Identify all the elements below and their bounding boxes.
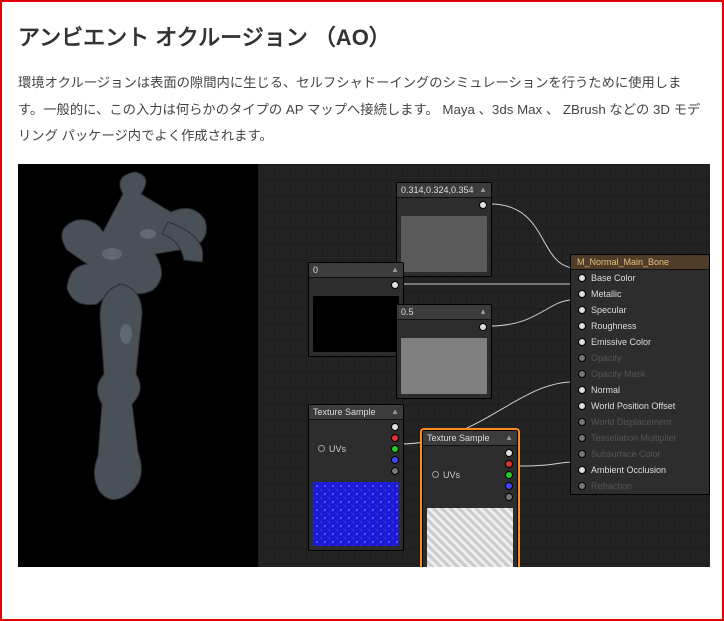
material-pin-world-displacement[interactable]: World Displacement <box>571 414 709 430</box>
material-pins: Base Color Metallic Specular Roughness Emiss… <box>571 270 709 494</box>
pin-label: Ambient Occlusion <box>591 465 666 475</box>
pin-label: Normal <box>591 385 620 395</box>
output-pin-rgb[interactable] <box>391 423 399 431</box>
node-constant-vec3[interactable]: 0.314,0.324,0.354▲ <box>396 182 492 277</box>
input-pin[interactable] <box>578 354 586 362</box>
pin-label: Metallic <box>591 289 622 299</box>
input-pin[interactable] <box>578 482 586 490</box>
node-label: 0.5 <box>401 307 476 317</box>
node-label: 0.314,0.324,0.354 <box>401 185 476 195</box>
pin-label: Roughness <box>591 321 637 331</box>
output-pin-a[interactable] <box>391 467 399 475</box>
pin-label: Tessellation Multiplier <box>591 433 677 443</box>
material-pin-roughness[interactable]: Roughness <box>571 318 709 334</box>
input-pin[interactable] <box>578 418 586 426</box>
input-pin[interactable] <box>578 306 586 314</box>
input-pin[interactable] <box>578 274 586 282</box>
intro-paragraph: 環境オクルージョンは表面の隙間内に生じる、セルフシャドーイングのシミュレーション… <box>18 70 706 150</box>
material-pin-base-color[interactable]: Base Color <box>571 270 709 286</box>
input-pin[interactable] <box>578 450 586 458</box>
mesh-preview <box>18 164 258 567</box>
material-output[interactable]: M_Normal_Main_Bone Base Color Metallic Spe… <box>570 254 710 495</box>
output-pin-rgb[interactable] <box>505 449 513 457</box>
input-pin[interactable] <box>432 471 439 478</box>
input-pin[interactable] <box>578 370 586 378</box>
output-pin-a[interactable] <box>505 493 513 501</box>
pin-label: Emissive Color <box>591 337 651 347</box>
material-title: M_Normal_Main_Bone <box>571 255 709 270</box>
material-pin-opacity[interactable]: Opacity <box>571 350 709 366</box>
output-pin[interactable] <box>391 281 399 289</box>
node-texture-sample-normal[interactable]: Texture Sample▲ UVs <box>308 404 404 551</box>
node-preview <box>427 508 513 567</box>
node-preview <box>313 296 399 352</box>
pin-label: Subsurface Color <box>591 449 661 459</box>
output-pin-r[interactable] <box>505 460 513 468</box>
triangle-up-icon: ▲ <box>391 265 399 274</box>
output-pin[interactable] <box>479 201 487 209</box>
material-pin-subsurface-color[interactable]: Subsurface Color <box>571 446 709 462</box>
input-pin[interactable] <box>578 322 586 330</box>
input-pin[interactable] <box>578 338 586 346</box>
pin-label: Specular <box>591 305 627 315</box>
material-pin-metallic[interactable]: Metallic <box>571 286 709 302</box>
material-graph[interactable]: 0.314,0.324,0.354▲ 0▲ 0.5▲ Texture Sampl… <box>258 164 710 567</box>
triangle-up-icon: ▲ <box>479 307 487 316</box>
uvs-label: UVs <box>443 470 460 480</box>
pin-label: Refraction <box>591 481 632 491</box>
pin-label: Opacity Mask <box>591 369 646 379</box>
input-pin[interactable] <box>578 466 586 474</box>
output-pin-g[interactable] <box>505 471 513 479</box>
page-title: アンビエント オクルージョン （AO） <box>18 20 706 52</box>
triangle-up-icon: ▲ <box>505 433 513 442</box>
output-pin-b[interactable] <box>505 482 513 490</box>
node-label: Texture Sample <box>427 433 502 443</box>
figure: 0.314,0.324,0.354▲ 0▲ 0.5▲ Texture Sampl… <box>18 164 710 567</box>
material-pin-normal[interactable]: Normal <box>571 382 709 398</box>
output-pin[interactable] <box>479 323 487 331</box>
triangle-up-icon: ▲ <box>479 185 487 194</box>
node-preview <box>401 338 487 394</box>
node-constant-0[interactable]: 0▲ <box>308 262 404 357</box>
material-pin-specular[interactable]: Specular <box>571 302 709 318</box>
uvs-label: UVs <box>329 444 346 454</box>
material-pin-ambient-occlusion[interactable]: Ambient Occlusion <box>571 462 709 478</box>
output-pin-r[interactable] <box>391 434 399 442</box>
node-texture-sample-ao[interactable]: Texture Sample▲ UVs <box>422 430 518 567</box>
input-pin[interactable] <box>578 290 586 298</box>
node-preview <box>401 216 487 272</box>
material-pin-emissive-color[interactable]: Emissive Color <box>571 334 709 350</box>
output-pin-b[interactable] <box>391 456 399 464</box>
pin-label: World Position Offset <box>591 401 675 411</box>
node-label: Texture Sample <box>313 407 388 417</box>
node-constant-0-5[interactable]: 0.5▲ <box>396 304 492 399</box>
material-pin-world-position-offset[interactable]: World Position Offset <box>571 398 709 414</box>
input-pin[interactable] <box>578 434 586 442</box>
pin-label: Base Color <box>591 273 636 283</box>
hammer-mesh-icon <box>18 164 258 567</box>
node-label: 0 <box>313 265 388 275</box>
node-preview <box>313 482 399 546</box>
input-pin[interactable] <box>318 445 325 452</box>
input-pin[interactable] <box>578 402 586 410</box>
input-pin[interactable] <box>578 386 586 394</box>
material-pin-refraction[interactable]: Refraction <box>571 478 709 494</box>
pin-label: World Displacement <box>591 417 671 427</box>
material-pin-opacity-mask[interactable]: Opacity Mask <box>571 366 709 382</box>
triangle-up-icon: ▲ <box>391 407 399 416</box>
output-pin-g[interactable] <box>391 445 399 453</box>
pin-label: Opacity <box>591 353 622 363</box>
material-pin-tessellation-multiplier[interactable]: Tessellation Multiplier <box>571 430 709 446</box>
